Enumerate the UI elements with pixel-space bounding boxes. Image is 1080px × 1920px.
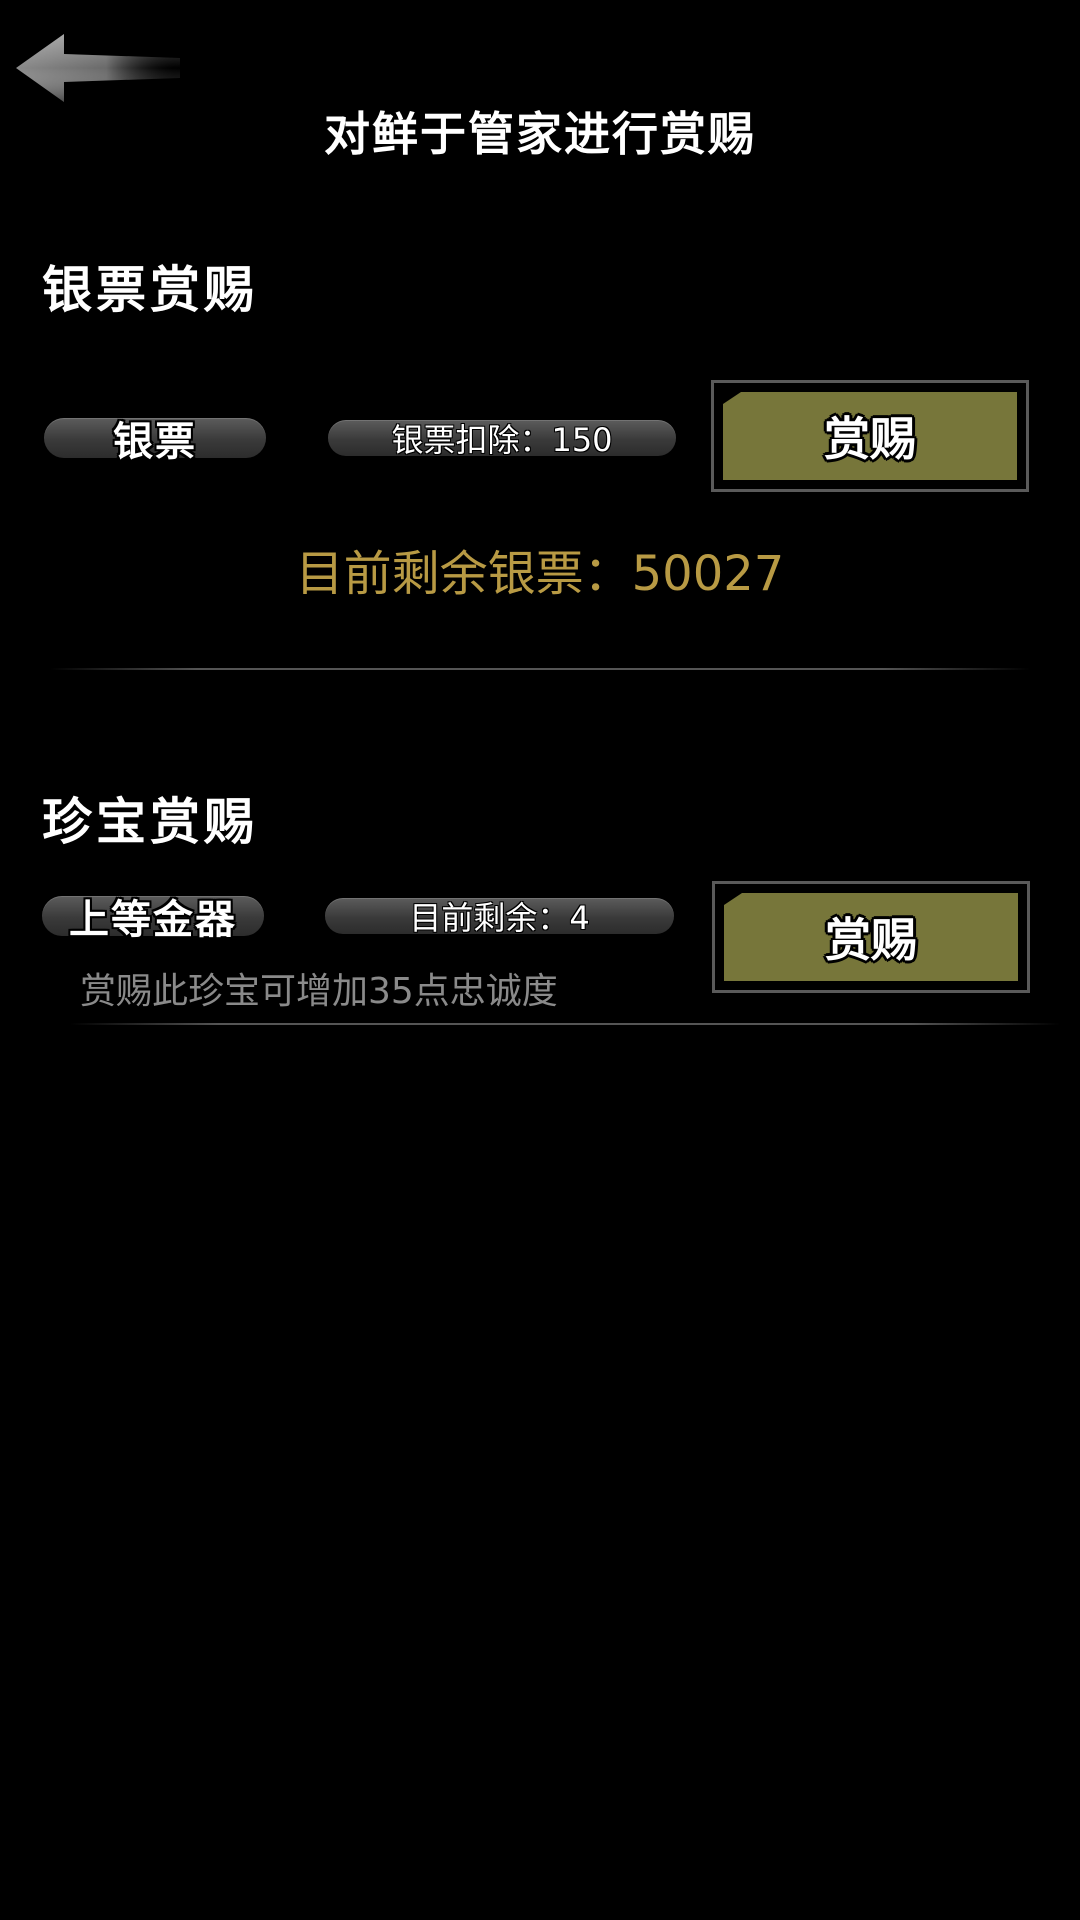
treasure-item-name-pill: 上等金器 bbox=[42, 896, 264, 943]
back-arrow-icon bbox=[16, 34, 180, 102]
silver-section-title: 银票赏赐 bbox=[42, 260, 258, 319]
silver-reward-button[interactable]: 赏赐 bbox=[711, 380, 1029, 492]
page-title: 对鲜于管家进行赏赐 bbox=[324, 107, 756, 161]
treasure-reward-button-face: 赏赐 bbox=[724, 893, 1018, 981]
silver-item-name-pill: 银票 bbox=[44, 418, 266, 465]
section-divider bbox=[50, 668, 1030, 670]
treasure-reward-button[interactable]: 赏赐 bbox=[712, 881, 1030, 993]
silver-deduction-pill: 银票扣除：150 bbox=[328, 420, 676, 459]
silver-reward-button-label: 赏赐 bbox=[824, 412, 916, 466]
treasure-item-name: 上等金器 bbox=[69, 896, 237, 943]
back-button[interactable] bbox=[12, 28, 182, 108]
treasure-reward-button-label: 赏赐 bbox=[825, 913, 917, 967]
silver-item-name: 银票 bbox=[113, 418, 197, 465]
silver-reward-button-face: 赏赐 bbox=[723, 392, 1017, 480]
treasure-section-title: 珍宝赏赐 bbox=[42, 792, 258, 851]
silver-remaining-label: 目前剩余银票：50027 bbox=[295, 546, 785, 602]
treasure-remaining-pill: 目前剩余：4 bbox=[325, 898, 674, 937]
treasure-divider bbox=[70, 1023, 1060, 1025]
treasure-remaining-label: 目前剩余：4 bbox=[409, 899, 590, 937]
treasure-description: 赏赐此珍宝可增加35点忠诚度 bbox=[80, 971, 558, 1012]
silver-deduction-label: 银票扣除：150 bbox=[391, 421, 613, 459]
